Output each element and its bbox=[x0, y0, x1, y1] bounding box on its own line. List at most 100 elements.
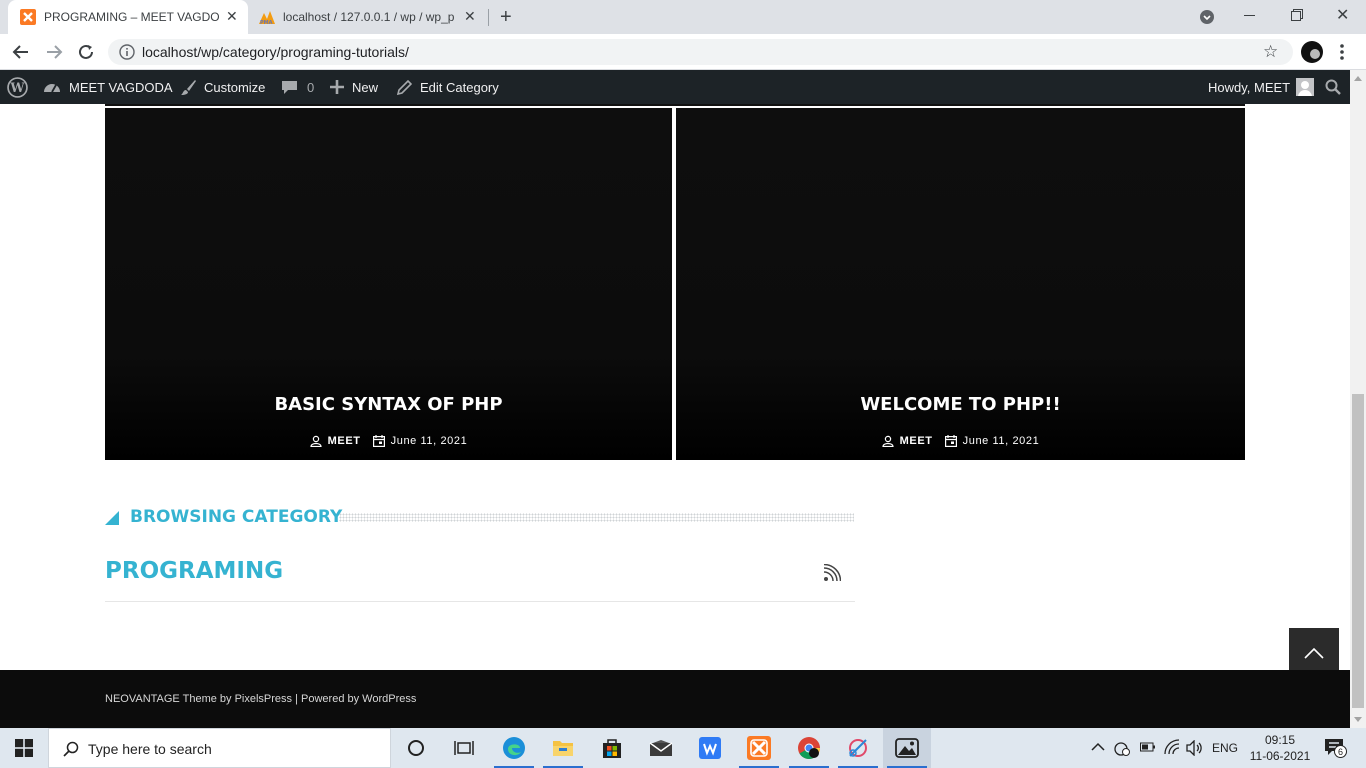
file-explorer-icon[interactable] bbox=[539, 728, 587, 768]
post-date[interactable]: June 11, 2021 bbox=[391, 435, 468, 447]
close-window-icon[interactable]: ✕ bbox=[1336, 5, 1349, 25]
new-content-link[interactable]: New bbox=[330, 70, 378, 104]
post-author[interactable]: MEET bbox=[328, 435, 361, 447]
page-content: BASIC SYNTAX OF PHP MEET June 11, 2021 W… bbox=[0, 104, 1350, 728]
author-icon bbox=[882, 435, 894, 447]
profile-avatar[interactable] bbox=[1301, 41, 1323, 63]
tab-phpmyadmin[interactable]: PMA localhost / 127.0.0.1 / wp / wp_p ✕ bbox=[248, 0, 488, 34]
tab-close-icon[interactable]: ✕ bbox=[464, 8, 476, 25]
triangle-icon bbox=[105, 511, 119, 525]
site-name: MEET VAGDODA bbox=[69, 79, 173, 95]
category-title: PROGRAMING bbox=[105, 558, 284, 584]
wp-admin-bar: W MEET VAGDODA Customize 0 New Edit Cate… bbox=[0, 70, 1350, 104]
edit-category-link[interactable]: Edit Category bbox=[397, 70, 499, 104]
customize-link[interactable]: Customize bbox=[180, 70, 265, 104]
plus-icon bbox=[330, 80, 344, 94]
footer-credit: NEOVANTAGE Theme by PixelsPress | Powere… bbox=[105, 693, 417, 705]
comments-link[interactable]: 0 bbox=[281, 70, 314, 104]
customize-label: Customize bbox=[204, 79, 266, 95]
post-date[interactable]: June 11, 2021 bbox=[963, 435, 1040, 447]
reload-icon[interactable] bbox=[77, 43, 95, 61]
section-heading: BROWSING CATEGORY bbox=[105, 507, 855, 529]
edit-category-label: Edit Category bbox=[420, 79, 499, 95]
scroll-up-arrow-icon[interactable] bbox=[1354, 76, 1362, 81]
search-icon bbox=[63, 741, 79, 757]
dotted-rule bbox=[339, 513, 854, 522]
cortana-icon[interactable] bbox=[392, 728, 440, 768]
comments-count: 0 bbox=[307, 79, 315, 95]
clock-date: 11-06-2021 bbox=[1249, 749, 1311, 763]
browser-toolbar: localhost/wp/category/programing-tutoria… bbox=[0, 34, 1366, 70]
browser-tabstrip: PROGRAMING – MEET VAGDODA ✕ PMA localhos… bbox=[0, 0, 1366, 34]
howdy-label: Howdy, MEET bbox=[1208, 79, 1291, 95]
admin-search-icon[interactable] bbox=[1325, 70, 1341, 104]
xampp-favicon-icon bbox=[20, 9, 36, 25]
author-icon bbox=[310, 435, 322, 447]
tab-close-icon[interactable]: ✕ bbox=[226, 8, 238, 25]
chrome-icon[interactable] bbox=[785, 728, 833, 768]
search-placeholder: Type here to search bbox=[88, 741, 212, 757]
back-icon[interactable] bbox=[12, 43, 30, 61]
svg-text:W: W bbox=[9, 80, 25, 95]
clock-time: 09:15 bbox=[1264, 733, 1296, 747]
xampp-icon[interactable] bbox=[735, 728, 783, 768]
new-tab-icon[interactable]: + bbox=[500, 6, 512, 29]
wp-logo-icon[interactable]: W bbox=[7, 70, 28, 104]
post-meta: MEET June 11, 2021 bbox=[676, 435, 1245, 447]
post-card[interactable]: WELCOME TO PHP!! MEET June 11, 2021 bbox=[676, 108, 1245, 460]
tab-title: PROGRAMING – MEET VAGDODA bbox=[44, 10, 220, 24]
url-text: localhost/wp/category/programing-tutoria… bbox=[142, 44, 409, 60]
tab-search-icon[interactable] bbox=[1199, 9, 1215, 25]
scroll-down-arrow-icon[interactable] bbox=[1354, 717, 1362, 722]
mail-icon[interactable] bbox=[637, 728, 685, 768]
comment-icon bbox=[281, 79, 298, 96]
site-name-link[interactable]: MEET VAGDODA bbox=[43, 70, 173, 104]
svg-text:PMA: PMA bbox=[260, 20, 273, 25]
post-author[interactable]: MEET bbox=[900, 435, 933, 447]
wifi-icon[interactable] bbox=[1163, 739, 1181, 755]
battery-icon[interactable] bbox=[1140, 741, 1156, 753]
chevron-up-icon bbox=[1304, 647, 1324, 659]
snip-sketch-icon[interactable] bbox=[834, 728, 882, 768]
dashboard-icon bbox=[43, 79, 61, 95]
info-icon[interactable] bbox=[119, 44, 135, 60]
new-label: New bbox=[352, 79, 379, 95]
brush-icon bbox=[180, 79, 197, 96]
section-title: BROWSING CATEGORY bbox=[130, 507, 343, 527]
post-title[interactable]: WELCOME TO PHP!! bbox=[676, 394, 1245, 415]
start-button[interactable] bbox=[0, 728, 48, 768]
address-bar[interactable]: localhost/wp/category/programing-tutoria… bbox=[108, 39, 1293, 65]
show-hidden-icons-icon[interactable] bbox=[1091, 742, 1105, 751]
bookmark-star-icon[interactable]: ☆ bbox=[1263, 42, 1278, 62]
clock[interactable]: 09:15 11-06-2021 bbox=[1244, 732, 1316, 764]
forward-icon[interactable] bbox=[45, 43, 63, 61]
volume-icon[interactable] bbox=[1186, 740, 1204, 756]
scrollbar-thumb[interactable] bbox=[1352, 394, 1364, 708]
post-title[interactable]: BASIC SYNTAX OF PHP bbox=[105, 394, 672, 415]
store-icon[interactable] bbox=[588, 728, 636, 768]
page-scrollbar[interactable] bbox=[1350, 70, 1366, 728]
post-meta: MEET June 11, 2021 bbox=[105, 435, 672, 447]
rss-icon[interactable] bbox=[823, 564, 841, 582]
my-account-link[interactable]: Howdy, MEET bbox=[1208, 70, 1315, 104]
divider bbox=[105, 601, 855, 602]
tab-title: localhost / 127.0.0.1 / wp / wp_p bbox=[283, 10, 455, 24]
site-footer: NEOVANTAGE Theme by PixelsPress | Powere… bbox=[0, 670, 1350, 728]
tab-programing[interactable]: PROGRAMING – MEET VAGDODA ✕ bbox=[8, 0, 248, 34]
taskbar-search-box[interactable]: Type here to search bbox=[48, 728, 391, 768]
wps-office-icon[interactable] bbox=[686, 728, 734, 768]
phpmyadmin-favicon-icon: PMA bbox=[258, 9, 276, 25]
windows-taskbar: Type here to search ENG 09:15 11-06-2021… bbox=[0, 728, 1366, 768]
network-status-icon[interactable] bbox=[1113, 740, 1131, 756]
task-view-icon[interactable] bbox=[440, 728, 488, 768]
minimize-icon[interactable] bbox=[1244, 15, 1255, 16]
language-indicator[interactable]: ENG bbox=[1212, 741, 1238, 755]
edge-icon[interactable] bbox=[490, 728, 538, 768]
divider bbox=[105, 104, 1245, 106]
post-card[interactable]: BASIC SYNTAX OF PHP MEET June 11, 2021 bbox=[105, 108, 672, 460]
restore-icon[interactable] bbox=[1291, 9, 1303, 21]
photos-icon[interactable] bbox=[883, 728, 931, 768]
user-avatar bbox=[1296, 78, 1315, 96]
browser-menu-icon[interactable] bbox=[1340, 43, 1344, 61]
notification-center[interactable]: 6 bbox=[1324, 738, 1347, 760]
